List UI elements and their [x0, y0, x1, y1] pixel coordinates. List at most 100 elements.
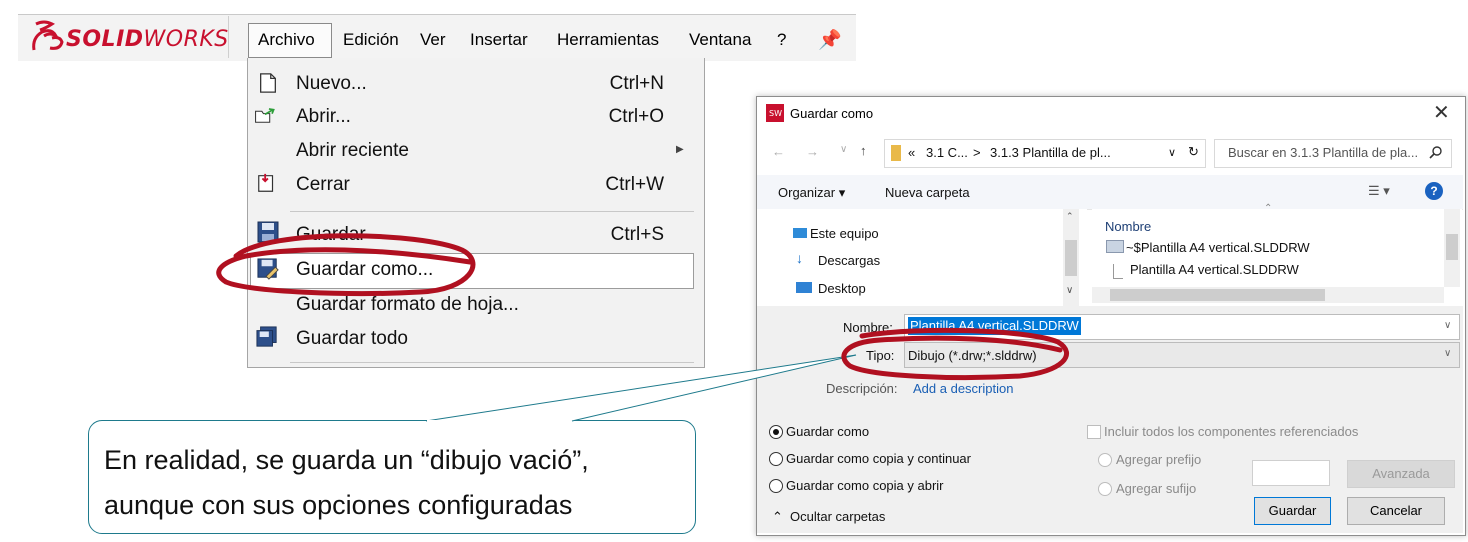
back-arrow-icon[interactable]: ← — [772, 144, 785, 159]
svg-text:SW: SW — [769, 109, 782, 118]
menu-item-cerrar[interactable]: Cerrar — [296, 174, 350, 196]
path-prefix: « — [908, 145, 916, 160]
ds-logo-icon — [32, 20, 64, 51]
scroll-down-icon[interactable]: ∨ — [1066, 285, 1073, 296]
menu-herramientas[interactable]: Herramientas — [557, 30, 659, 50]
search-placeholder: Buscar en 3.1.3 Plantilla de pla... — [1228, 145, 1419, 160]
drawing-file-icon — [1106, 240, 1124, 253]
menu-item-guardar[interactable]: Guardar — [296, 224, 366, 246]
help-icon[interactable]: ? — [1425, 182, 1443, 200]
radio-selected-dot — [773, 429, 779, 435]
radio-guardar-como[interactable] — [769, 425, 783, 439]
menu-help[interactable]: ? — [777, 30, 786, 50]
file-item[interactable]: Plantilla A4 vertical.SLDDRW — [1130, 262, 1299, 277]
add-description-link[interactable]: Add a description — [913, 381, 1013, 396]
prefix-suffix-input[interactable] — [1252, 460, 1330, 486]
new-folder-button[interactable]: Nueva carpeta — [885, 185, 970, 200]
description-label: Descripción: — [826, 381, 898, 396]
menu-insertar[interactable]: Insertar — [470, 30, 528, 50]
radio-label-guardar-como[interactable]: Guardar como — [786, 424, 869, 439]
file-menu — [247, 58, 705, 368]
hide-folders-button[interactable]: Ocultar carpetas — [790, 509, 885, 524]
nav-scrollbar-thumb[interactable] — [1065, 240, 1077, 276]
menu-item-guardar-como[interactable]: Guardar como... — [296, 259, 433, 281]
name-dropdown-icon[interactable]: ∨ — [1444, 320, 1451, 331]
radio-guardar-copia-abrir[interactable] — [769, 479, 783, 493]
file-scrollbar-thumb[interactable] — [1446, 234, 1458, 260]
recent-dropdown-icon[interactable]: ∨ — [840, 144, 847, 155]
name-label: Nombre: — [843, 320, 893, 335]
nav-item-descargas[interactable]: Descargas — [818, 253, 880, 268]
radio-label-copia-continuar[interactable]: Guardar como copia y continuar — [786, 451, 971, 466]
shortcut-guardar: Ctrl+S — [610, 224, 664, 245]
callout-line-1: En realidad, se guarda un “dibujo vació”… — [104, 445, 589, 475]
menu-archivo[interactable]: Archivo — [258, 30, 315, 50]
dialog-title: Guardar como — [790, 106, 874, 121]
path-separator: > — [973, 145, 981, 160]
menu-item-guardar-formato[interactable]: Guardar formato de hoja... — [296, 294, 519, 316]
callout-line-2: aunque con sus opciones configuradas — [104, 490, 573, 520]
menu-ver[interactable]: Ver — [420, 30, 446, 50]
path-segment-2[interactable]: 3.1.3 Plantilla de pl... — [990, 145, 1111, 160]
new-document-icon — [260, 73, 276, 93]
file-icon — [1113, 264, 1123, 279]
nav-item-este-equipo[interactable]: Este equipo — [810, 226, 879, 241]
menu-item-abrir-reciente[interactable]: Abrir reciente — [296, 140, 409, 162]
search-icon — [1429, 146, 1442, 159]
menu-item-abrir[interactable]: Abrir... — [296, 106, 351, 128]
include-references-checkbox[interactable] — [1087, 425, 1101, 439]
nav-item-desktop[interactable]: Desktop — [818, 281, 866, 296]
divider — [228, 16, 229, 58]
up-arrow-icon[interactable]: ↑ — [860, 143, 867, 158]
submenu-arrow-icon: ▶ — [676, 144, 684, 155]
save-all-icon — [256, 326, 277, 347]
close-icon[interactable]: ✕ — [1433, 100, 1450, 125]
cancel-button[interactable]: Cancelar — [1347, 497, 1445, 525]
file-type-value: Dibujo (*.drw;*.slddrw) — [908, 348, 1037, 363]
type-label: Tipo: — [866, 348, 895, 363]
solidworks-app-icon: SW — [766, 104, 784, 122]
dialog-toolbar — [757, 175, 1463, 210]
forward-arrow-icon[interactable]: → — [806, 144, 819, 159]
path-segment-1[interactable]: 3.1 C... — [926, 145, 968, 160]
suffix-label: Agregar sufijo — [1116, 481, 1197, 496]
radio-guardar-copia-continuar[interactable] — [769, 452, 783, 466]
radio-label-copia-abrir[interactable]: Guardar como copia y abrir — [786, 478, 944, 493]
selected-name-highlight: Plantilla A4 vertical.SLDDRW — [908, 317, 1081, 335]
solidworks-logo: SOLIDWORKS — [66, 27, 229, 52]
desktop-icon — [796, 282, 812, 293]
menu-edicion[interactable]: Edición — [343, 30, 399, 50]
save-as-icon — [257, 258, 279, 280]
file-name-value: Plantilla A4 vertical.SLDDRW — [910, 318, 1079, 333]
advanced-button[interactable]: Avanzada — [1347, 460, 1455, 488]
file-item[interactable]: ~$Plantilla A4 vertical.SLDDRW — [1126, 240, 1310, 255]
type-dropdown-icon[interactable]: ∨ — [1444, 348, 1451, 359]
view-options-icon[interactable]: ☰ ▾ — [1368, 183, 1390, 199]
menu-separator — [290, 362, 694, 363]
refresh-icon[interactable]: ↻ — [1188, 144, 1199, 160]
organize-button[interactable]: Organizar ▾ — [778, 185, 845, 201]
save-icon — [257, 221, 279, 243]
download-icon: ↓ — [796, 250, 803, 266]
sort-indicator-icon: ⌃ — [1264, 203, 1273, 214]
menu-item-nuevo[interactable]: Nuevo... — [296, 73, 367, 95]
computer-icon — [793, 228, 807, 238]
chevron-up-icon[interactable]: ⌃ — [772, 509, 783, 525]
close-document-icon — [258, 173, 274, 192]
callout-text: En realidad, se guarda un “dibujo vació”… — [104, 438, 589, 528]
menu-item-guardar-todo[interactable]: Guardar todo — [296, 328, 408, 350]
column-header-nombre[interactable]: Nombre — [1105, 219, 1151, 234]
shortcut-abrir: Ctrl+O — [608, 106, 664, 127]
menu-separator — [290, 211, 694, 212]
radio-suffix[interactable] — [1098, 482, 1112, 496]
shortcut-cerrar: Ctrl+W — [605, 174, 664, 195]
save-button[interactable]: Guardar — [1254, 497, 1331, 525]
address-dropdown-icon[interactable]: ∨ — [1168, 146, 1176, 159]
pin-icon[interactable]: 📌 — [818, 28, 842, 52]
horizontal-scrollbar-thumb[interactable] — [1110, 289, 1325, 301]
scroll-up-icon[interactable]: ⌃ — [1066, 211, 1074, 222]
folder-icon — [891, 145, 901, 161]
menu-ventana[interactable]: Ventana — [689, 30, 751, 50]
prefix-label: Agregar prefijo — [1116, 452, 1202, 467]
radio-prefix[interactable] — [1098, 453, 1112, 467]
